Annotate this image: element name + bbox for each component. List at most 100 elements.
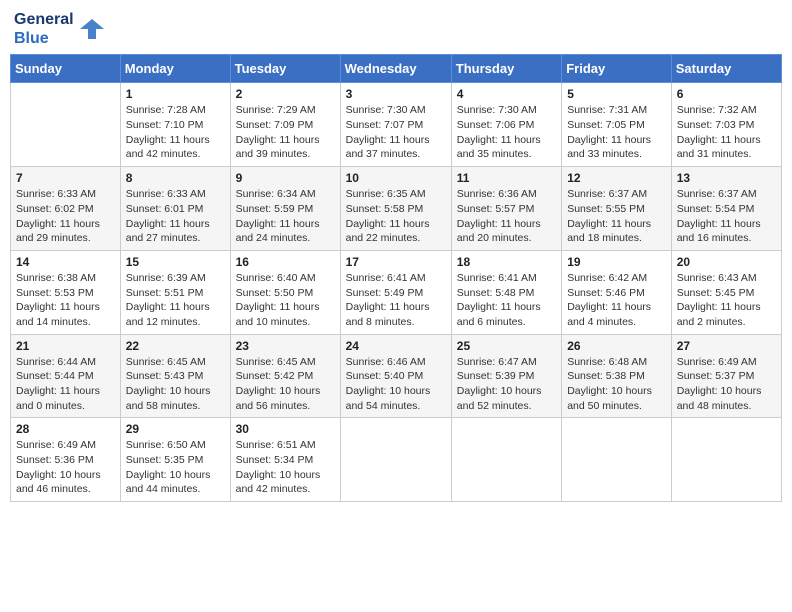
calendar-cell: 9 Sunrise: 6:34 AMSunset: 5:59 PMDaylight… bbox=[230, 167, 340, 251]
calendar-cell: 21 Sunrise: 6:44 AMSunset: 5:44 PMDayligh… bbox=[11, 334, 121, 418]
calendar-week-row: 28 Sunrise: 6:49 AMSunset: 5:36 PMDayligh… bbox=[11, 418, 782, 502]
calendar-cell: 27Sunrise: 6:49 AMSunset: 5:37 PMDayligh… bbox=[671, 334, 781, 418]
calendar-cell: 15 Sunrise: 6:39 AMSunset: 5:51 PMDayligh… bbox=[120, 250, 230, 334]
day-info: Sunrise: 6:46 AMSunset: 5:40 PMDaylight:… bbox=[346, 355, 446, 414]
day-number: 18 bbox=[457, 255, 556, 269]
calendar-cell bbox=[451, 418, 561, 502]
calendar-week-row: 21 Sunrise: 6:44 AMSunset: 5:44 PMDayligh… bbox=[11, 334, 782, 418]
calendar-cell: 16 Sunrise: 6:40 AMSunset: 5:50 PMDayligh… bbox=[230, 250, 340, 334]
calendar-cell: 23 Sunrise: 6:45 AMSunset: 5:42 PMDayligh… bbox=[230, 334, 340, 418]
calendar-cell bbox=[671, 418, 781, 502]
day-number: 17 bbox=[346, 255, 446, 269]
day-info: Sunrise: 6:50 AMSunset: 5:35 PMDaylight:… bbox=[126, 438, 225, 497]
calendar-cell: 14 Sunrise: 6:38 AMSunset: 5:53 PMDayligh… bbox=[11, 250, 121, 334]
calendar-table: SundayMondayTuesdayWednesdayThursdayFrid… bbox=[10, 54, 782, 502]
calendar-cell: 11 Sunrise: 6:36 AMSunset: 5:57 PMDayligh… bbox=[451, 167, 561, 251]
page-header: GeneralBlue bbox=[10, 10, 782, 48]
day-info: Sunrise: 7:32 AMSunset: 7:03 PMDaylight:… bbox=[677, 103, 776, 162]
calendar-cell: 6 Sunrise: 7:32 AMSunset: 7:03 PMDaylight… bbox=[671, 83, 781, 167]
day-number: 25 bbox=[457, 339, 556, 353]
day-number: 30 bbox=[236, 422, 335, 436]
calendar-cell bbox=[562, 418, 672, 502]
calendar-cell: 18 Sunrise: 6:41 AMSunset: 5:48 PMDayligh… bbox=[451, 250, 561, 334]
day-number: 29 bbox=[126, 422, 225, 436]
day-of-week-header: Friday bbox=[562, 55, 672, 83]
day-info: Sunrise: 6:37 AMSunset: 5:55 PMDaylight:… bbox=[567, 187, 666, 246]
day-number: 22 bbox=[126, 339, 225, 353]
day-info: Sunrise: 6:34 AMSunset: 5:59 PMDaylight:… bbox=[236, 187, 335, 246]
day-info: Sunrise: 6:41 AMSunset: 5:49 PMDaylight:… bbox=[346, 271, 446, 330]
day-info: Sunrise: 6:42 AMSunset: 5:46 PMDaylight:… bbox=[567, 271, 666, 330]
calendar-cell: 2 Sunrise: 7:29 AMSunset: 7:09 PMDaylight… bbox=[230, 83, 340, 167]
day-info: Sunrise: 6:44 AMSunset: 5:44 PMDaylight:… bbox=[16, 355, 115, 414]
day-of-week-header: Wednesday bbox=[340, 55, 451, 83]
day-of-week-header: Thursday bbox=[451, 55, 561, 83]
day-info: Sunrise: 6:36 AMSunset: 5:57 PMDaylight:… bbox=[457, 187, 556, 246]
calendar-week-row: 14 Sunrise: 6:38 AMSunset: 5:53 PMDayligh… bbox=[11, 250, 782, 334]
day-number: 4 bbox=[457, 87, 556, 101]
day-info: Sunrise: 6:45 AMSunset: 5:43 PMDaylight:… bbox=[126, 355, 225, 414]
calendar-cell: 19Sunrise: 6:42 AMSunset: 5:46 PMDayligh… bbox=[562, 250, 672, 334]
calendar-cell: 24Sunrise: 6:46 AMSunset: 5:40 PMDayligh… bbox=[340, 334, 451, 418]
day-info: Sunrise: 6:33 AMSunset: 6:01 PMDaylight:… bbox=[126, 187, 225, 246]
calendar-week-row: 1Sunrise: 7:28 AMSunset: 7:10 PMDaylight… bbox=[11, 83, 782, 167]
calendar-cell: 8 Sunrise: 6:33 AMSunset: 6:01 PMDaylight… bbox=[120, 167, 230, 251]
day-number: 8 bbox=[126, 171, 225, 185]
day-number: 13 bbox=[677, 171, 776, 185]
calendar-cell bbox=[340, 418, 451, 502]
day-number: 3 bbox=[346, 87, 446, 101]
calendar-cell: 28 Sunrise: 6:49 AMSunset: 5:36 PMDayligh… bbox=[11, 418, 121, 502]
calendar-cell: 3 Sunrise: 7:30 AMSunset: 7:07 PMDaylight… bbox=[340, 83, 451, 167]
day-number: 15 bbox=[126, 255, 225, 269]
calendar-cell: 17 Sunrise: 6:41 AMSunset: 5:49 PMDayligh… bbox=[340, 250, 451, 334]
calendar-cell: 7 Sunrise: 6:33 AMSunset: 6:02 PMDaylight… bbox=[11, 167, 121, 251]
calendar-cell: 30Sunrise: 6:51 AMSunset: 5:34 PMDayligh… bbox=[230, 418, 340, 502]
day-number: 20 bbox=[677, 255, 776, 269]
day-number: 14 bbox=[16, 255, 115, 269]
logo-text: GeneralBlue bbox=[14, 10, 74, 48]
logo-bird-icon bbox=[78, 15, 106, 43]
day-of-week-header: Saturday bbox=[671, 55, 781, 83]
day-info: Sunrise: 6:40 AMSunset: 5:50 PMDaylight:… bbox=[236, 271, 335, 330]
day-info: Sunrise: 6:33 AMSunset: 6:02 PMDaylight:… bbox=[16, 187, 115, 246]
day-of-week-header: Tuesday bbox=[230, 55, 340, 83]
day-info: Sunrise: 7:29 AMSunset: 7:09 PMDaylight:… bbox=[236, 103, 335, 162]
day-number: 23 bbox=[236, 339, 335, 353]
calendar-cell: 25 Sunrise: 6:47 AMSunset: 5:39 PMDayligh… bbox=[451, 334, 561, 418]
calendar-cell: 22 Sunrise: 6:45 AMSunset: 5:43 PMDayligh… bbox=[120, 334, 230, 418]
day-number: 2 bbox=[236, 87, 335, 101]
day-number: 1 bbox=[126, 87, 225, 101]
day-number: 11 bbox=[457, 171, 556, 185]
calendar-cell: 26 Sunrise: 6:48 AMSunset: 5:38 PMDayligh… bbox=[562, 334, 672, 418]
calendar-cell: 13 Sunrise: 6:37 AMSunset: 5:54 PMDayligh… bbox=[671, 167, 781, 251]
day-number: 21 bbox=[16, 339, 115, 353]
day-info: Sunrise: 6:37 AMSunset: 5:54 PMDaylight:… bbox=[677, 187, 776, 246]
day-info: Sunrise: 6:39 AMSunset: 5:51 PMDaylight:… bbox=[126, 271, 225, 330]
calendar-cell: 1Sunrise: 7:28 AMSunset: 7:10 PMDaylight… bbox=[120, 83, 230, 167]
day-info: Sunrise: 6:35 AMSunset: 5:58 PMDaylight:… bbox=[346, 187, 446, 246]
day-number: 9 bbox=[236, 171, 335, 185]
day-info: Sunrise: 6:38 AMSunset: 5:53 PMDaylight:… bbox=[16, 271, 115, 330]
day-info: Sunrise: 6:49 AMSunset: 5:36 PMDaylight:… bbox=[16, 438, 115, 497]
day-info: Sunrise: 6:47 AMSunset: 5:39 PMDaylight:… bbox=[457, 355, 556, 414]
day-number: 16 bbox=[236, 255, 335, 269]
day-number: 26 bbox=[567, 339, 666, 353]
calendar-cell: 4 Sunrise: 7:30 AMSunset: 7:06 PMDaylight… bbox=[451, 83, 561, 167]
day-info: Sunrise: 6:41 AMSunset: 5:48 PMDaylight:… bbox=[457, 271, 556, 330]
calendar-cell: 10Sunrise: 6:35 AMSunset: 5:58 PMDayligh… bbox=[340, 167, 451, 251]
calendar-cell: 5Sunrise: 7:31 AMSunset: 7:05 PMDaylight… bbox=[562, 83, 672, 167]
day-number: 7 bbox=[16, 171, 115, 185]
day-of-week-header: Sunday bbox=[11, 55, 121, 83]
calendar-header-row: SundayMondayTuesdayWednesdayThursdayFrid… bbox=[11, 55, 782, 83]
day-info: Sunrise: 6:45 AMSunset: 5:42 PMDaylight:… bbox=[236, 355, 335, 414]
day-info: Sunrise: 7:31 AMSunset: 7:05 PMDaylight:… bbox=[567, 103, 666, 162]
calendar-week-row: 7 Sunrise: 6:33 AMSunset: 6:02 PMDaylight… bbox=[11, 167, 782, 251]
day-info: Sunrise: 7:30 AMSunset: 7:06 PMDaylight:… bbox=[457, 103, 556, 162]
calendar-cell: 12Sunrise: 6:37 AMSunset: 5:55 PMDayligh… bbox=[562, 167, 672, 251]
day-info: Sunrise: 6:48 AMSunset: 5:38 PMDaylight:… bbox=[567, 355, 666, 414]
day-number: 28 bbox=[16, 422, 115, 436]
day-number: 6 bbox=[677, 87, 776, 101]
day-info: Sunrise: 7:30 AMSunset: 7:07 PMDaylight:… bbox=[346, 103, 446, 162]
calendar-cell bbox=[11, 83, 121, 167]
day-info: Sunrise: 6:43 AMSunset: 5:45 PMDaylight:… bbox=[677, 271, 776, 330]
